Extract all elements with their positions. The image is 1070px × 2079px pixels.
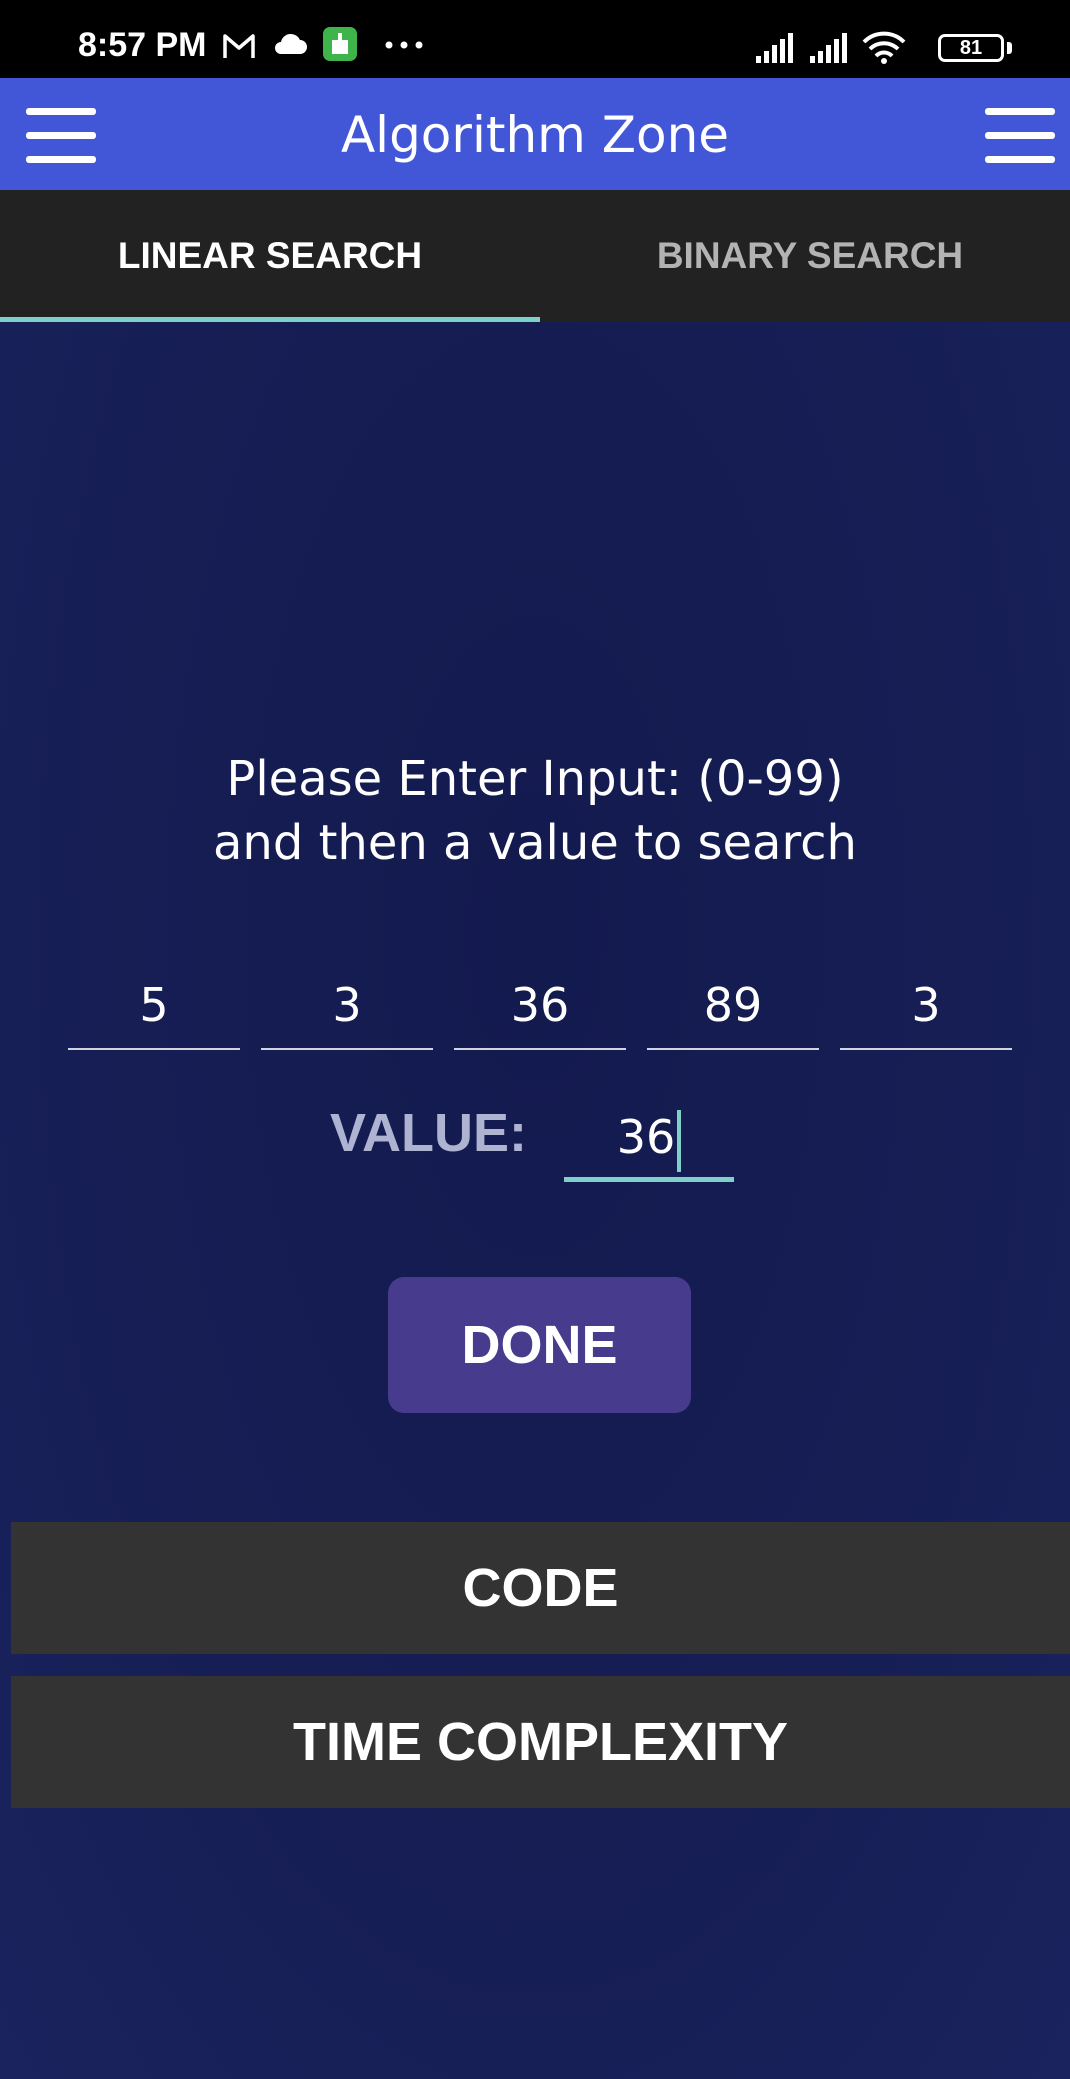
tab-linear-search[interactable]: LINEAR SEARCH [0,190,540,322]
done-button-label: DONE [461,1315,618,1375]
battery-level: 81 [959,37,983,59]
battery-icon: 81 [938,34,1004,62]
array-input-5[interactable]: 3 [840,962,1012,1050]
gmail-icon [223,34,255,58]
status-icons-right: 81 [754,30,1012,66]
value-label: VALUE: [330,1103,527,1163]
menu-icon[interactable] [985,106,1055,166]
search-value-text: 36 [616,1110,676,1164]
app-title: Algorithm Zone [340,106,730,164]
input-prompt: Please Enter Input: (0-99) and then a va… [0,747,1070,875]
tab-label: BINARY SEARCH [656,235,964,276]
done-button[interactable]: DONE [388,1277,691,1413]
prompt-line-1: Please Enter Input: (0-99) [226,751,844,807]
main-content: Please Enter Input: (0-99) and then a va… [0,322,1070,2079]
search-value-input[interactable]: 36 [564,1092,734,1182]
app-notification-icon [323,27,357,61]
tab-label: LINEAR SEARCH [117,235,423,276]
more-dots-icon [385,41,423,49]
array-input-4[interactable]: 89 [647,962,819,1050]
status-time: 8:57 PM [78,26,207,64]
text-caret [677,1109,682,1172]
cloud-icon [275,33,307,54]
signal-icon [810,33,847,63]
wifi-icon [862,31,906,64]
time-complexity-button-label: TIME COMPLEXITY [292,1712,789,1772]
app-bar: Algorithm Zone [0,78,1070,190]
array-input-1[interactable]: 5 [68,962,240,1050]
battery-tip [1007,42,1012,54]
prompt-line-2: and then a value to search [213,815,857,871]
code-button[interactable]: CODE [11,1522,1070,1654]
array-input-2[interactable]: 3 [261,962,433,1050]
tab-binary-search[interactable]: BINARY SEARCH [540,190,1070,322]
tab-bar: LINEAR SEARCH BINARY SEARCH [0,190,1070,322]
status-bar: 8:57 PM 81 [0,0,1070,78]
array-input-3[interactable]: 36 [454,962,626,1050]
time-complexity-button[interactable]: TIME COMPLEXITY [11,1676,1070,1808]
code-button-label: CODE [462,1558,619,1618]
signal-icon [756,33,793,63]
